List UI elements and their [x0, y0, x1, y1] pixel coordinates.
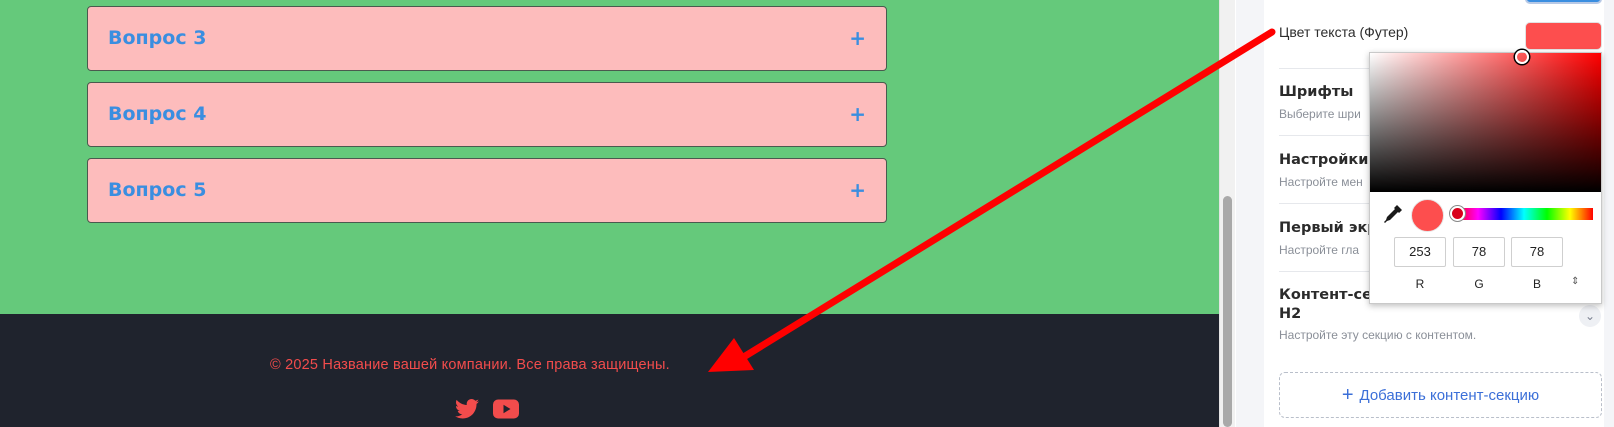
expand-plus-icon[interactable]: + — [849, 159, 866, 222]
previous-color-swatch[interactable] — [1525, 0, 1602, 4]
section-desc-menu: Настройте мен — [1279, 175, 1363, 189]
preview-scrollbar[interactable] — [1219, 0, 1235, 427]
eyedropper-icon[interactable] — [1382, 203, 1404, 225]
faq-item[interactable]: Вопрос 4 + — [87, 82, 887, 147]
section-title-content[interactable]: Контент-сек — [1279, 287, 1382, 303]
footer-text-color-label: Цвет текста (Футер) — [1279, 24, 1409, 40]
red-label: R — [1415, 277, 1425, 291]
blue-input[interactable]: 78 — [1511, 237, 1563, 267]
section-title-hero[interactable]: Первый экр — [1279, 220, 1378, 236]
section-desc-hero: Настройте гла — [1279, 243, 1360, 257]
faq-question: Вопрос 3 — [108, 27, 207, 49]
faq-section: Вопрос 3 + Вопрос 4 + Вопрос 5 + — [0, 0, 1219, 314]
expand-plus-icon[interactable]: + — [849, 83, 866, 146]
section-title-fonts[interactable]: Шрифты — [1279, 84, 1353, 100]
expand-plus-icon[interactable]: + — [849, 7, 866, 70]
saturation-value-field[interactable] — [1370, 50, 1601, 192]
site-footer: © 2025 Название вашей компании. Все прав… — [0, 314, 1219, 427]
faq-item[interactable]: Вопрос 5 + — [87, 158, 887, 223]
section-desc-content: Настройте эту секцию с контентом. — [1279, 328, 1477, 342]
hue-slider[interactable] — [1455, 208, 1593, 220]
section-desc-fonts: Выберите шри — [1279, 107, 1361, 121]
add-content-section-label: Добавить контент-секцию — [1359, 387, 1540, 404]
saturation-handle[interactable] — [1515, 50, 1529, 64]
green-label: G — [1474, 277, 1484, 291]
color-picker-popup: 253 78 78 R G B ⇕ — [1369, 50, 1602, 304]
current-color-preview — [1411, 199, 1444, 232]
footer-text-color-swatch[interactable] — [1525, 22, 1602, 50]
faq-question: Вопрос 4 — [108, 103, 207, 125]
hue-slider-handle[interactable] — [1450, 206, 1465, 221]
site-preview: Вопрос 3 + Вопрос 4 + Вопрос 5 + © 2025 … — [0, 0, 1219, 427]
twitter-icon[interactable] — [455, 398, 479, 420]
section-title-content-h2: H2 — [1279, 306, 1302, 322]
scrollbar-thumb[interactable] — [1223, 196, 1232, 427]
faq-item[interactable]: Вопрос 3 + — [87, 6, 887, 71]
youtube-icon[interactable] — [493, 398, 519, 420]
chevron-down-icon[interactable]: ⌄ — [1579, 305, 1601, 327]
blue-label: B — [1532, 277, 1541, 291]
green-input[interactable]: 78 — [1453, 237, 1505, 267]
add-content-section-button[interactable]: + Добавить контент-секцию — [1279, 372, 1602, 418]
faq-question: Вопрос 5 — [108, 179, 207, 201]
color-mode-toggle-icon[interactable]: ⇕ — [1571, 276, 1579, 287]
red-input[interactable]: 253 — [1394, 237, 1446, 267]
footer-copyright: © 2025 Название вашей компании. Все прав… — [270, 357, 670, 373]
plus-icon: + — [1341, 384, 1354, 406]
